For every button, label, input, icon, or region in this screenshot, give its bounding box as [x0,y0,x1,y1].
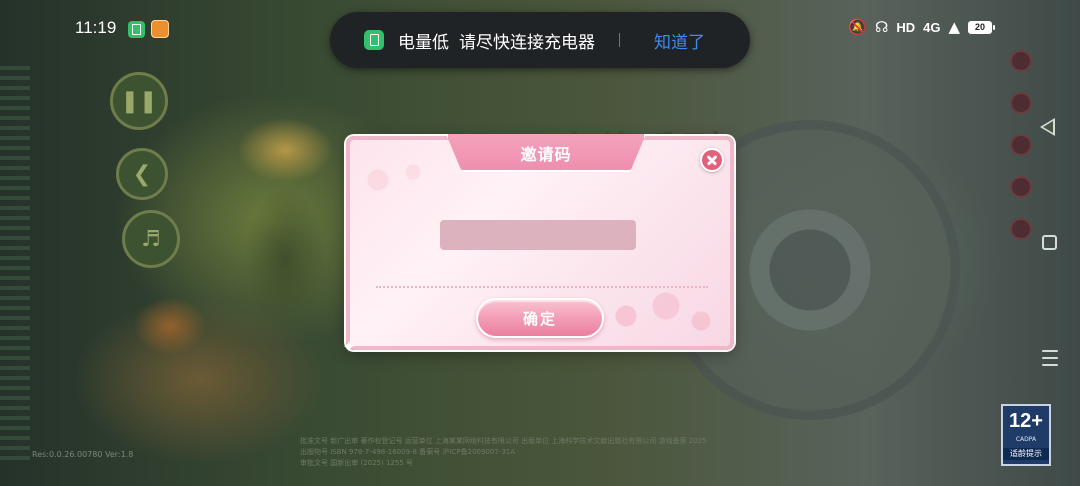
decorative-flowers [358,160,438,200]
pause-icon: ❚❚ [120,88,158,114]
bell-mute-icon: 🔕 [848,18,867,36]
game-app-icon [151,20,169,38]
square-home-icon[interactable] [1042,235,1057,250]
signal-label: 4G [923,19,941,35]
game-side-icons [1010,50,1040,260]
battery-level: 20 [974,22,985,32]
sparkle-icon: ✦ [342,337,356,356]
version-text: Res:0.0.26.00780 Ver:1.8 [32,450,134,459]
signal-bars-icon: ▲ [948,18,960,36]
nav-back-inner [1043,121,1053,133]
divider [376,286,708,288]
confirm-button[interactable]: 确定 [476,298,604,338]
decorative-flowers [606,276,716,336]
chevron-left-icon: ❮ [132,161,152,187]
menu-icon[interactable] [1042,350,1058,371]
pause-button[interactable]: ❚❚ [110,72,168,130]
age-rating-tag: 适龄提示 [1003,448,1049,460]
background-character [215,110,355,350]
side-icon-3[interactable] [1010,134,1032,156]
confirm-label: 确定 [522,309,557,328]
side-icon-2[interactable] [1010,92,1032,114]
copyright-text: 批准文号 新广出审 著作权登记号 运营单位 上海某某网络科技有限公司 出版单位 … [300,436,790,469]
toast-dismiss-button[interactable]: 知道了 [654,28,705,53]
copyright-line: 出版物号 ISBN 978-7-498-16009-8 备案号 沪ICP备200… [300,448,516,456]
background-corgi [130,290,210,360]
side-icon-4[interactable] [1010,176,1032,198]
age-rating-number: 12+ [1009,410,1043,432]
invite-code-input[interactable] [440,220,636,250]
music-icon: ♬ [141,226,161,252]
wifi-icon: ☊ [875,18,889,36]
low-battery-toast: 电量低 请尽快连接充电器 知道了 [330,12,750,68]
copyright-line: 审批文号 国新出审 (2025) 1255 号 [300,459,413,467]
status-icons: 🔕 ☊ HD 4G ▲ 20 [848,18,995,36]
invite-code-dialog: 邀请码 确定 ✦ [342,134,734,356]
game-back-button[interactable]: ❮ [116,148,168,200]
battery-app-icon [128,21,145,38]
copyright-line: 批准文号 新广出审 著作权登记号 运营单位 上海某某网络科技有限公司 出版单位 … [300,437,707,445]
dialog-title: 邀请码 [520,145,572,164]
toast-title: 电量低 [398,32,449,53]
age-rating-org: CADPA [1015,436,1037,443]
side-icon-5[interactable] [1010,218,1032,240]
close-icon[interactable] [700,148,724,172]
age-rating-badge: 12+ CADPA 适龄提示 [1001,404,1051,466]
music-button[interactable]: ♬ [122,210,180,268]
toast-message: 请尽快连接充电器 [459,32,595,53]
side-icon-1[interactable] [1010,50,1032,72]
status-time: 11:19 [75,18,117,37]
hd-label: HD [896,19,916,35]
battery-icon: 20 [968,20,995,34]
battery-icon [364,30,384,50]
toast-divider [619,33,620,47]
background-stripes [0,60,30,460]
dialog-title-tab: 邀请码 [446,134,646,172]
